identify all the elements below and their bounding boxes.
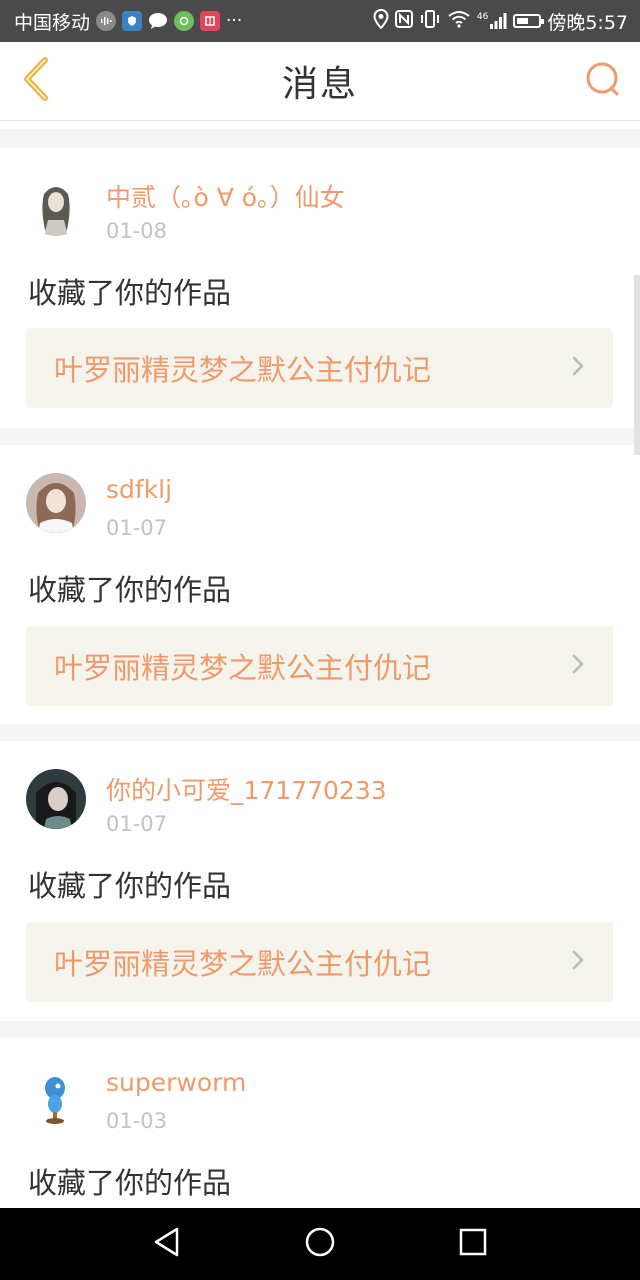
- action-text: 收藏了你的作品: [28, 573, 232, 607]
- list-item: [0, 121, 640, 129]
- nav-back-button[interactable]: [137, 1214, 197, 1274]
- search-button[interactable]: [580, 58, 626, 104]
- system-nav-bar: [0, 1208, 640, 1280]
- avatar[interactable]: [26, 473, 86, 533]
- avatar[interactable]: [26, 769, 86, 829]
- nav-recents-button[interactable]: [443, 1214, 503, 1274]
- chevron-left-icon: [21, 57, 51, 105]
- username[interactable]: 你的小可爱_171770233: [106, 771, 387, 807]
- avatar[interactable]: [26, 176, 86, 236]
- work-link[interactable]: 叶罗丽精灵梦之默公主付仇记: [26, 626, 613, 706]
- location-icon: [373, 8, 389, 34]
- status-bar: 中国移动 ··· 46 傍晚5:57: [0, 0, 640, 42]
- work-title: 叶罗丽精灵梦之默公主付仇记: [54, 353, 432, 387]
- battery-icon: [513, 14, 545, 28]
- back-button[interactable]: [14, 56, 58, 106]
- book-app-icon: [200, 11, 221, 31]
- message-date: 01-08: [106, 219, 168, 243]
- search-icon: [585, 61, 621, 101]
- vibrate-icon: [419, 9, 441, 33]
- list-item: 中贰（｡ò ∀ ó｡）仙女 01-08 收藏了你的作品 叶罗丽精灵梦之默公主付仇…: [0, 148, 640, 428]
- back-triangle-icon: [153, 1227, 181, 1261]
- signal-icon: 46: [477, 13, 507, 29]
- list-item: superworm 01-03 收藏了你的作品: [0, 1038, 640, 1208]
- home-circle-icon: [304, 1226, 336, 1262]
- camera-app-icon: [174, 11, 195, 31]
- avatar[interactable]: [26, 1066, 86, 1126]
- message-date: 01-03: [106, 1109, 168, 1133]
- action-text: 收藏了你的作品: [28, 869, 232, 903]
- chevron-right-icon: [571, 356, 585, 380]
- page-title: 消息: [281, 64, 358, 105]
- recents-square-icon: [459, 1228, 487, 1260]
- username[interactable]: superworm: [106, 1068, 246, 1097]
- voice-icon: [96, 11, 117, 31]
- status-bar-right: 46 傍晚5:57: [373, 8, 628, 35]
- work-link[interactable]: 叶罗丽精灵梦之默公主付仇记: [26, 922, 613, 1002]
- chevron-right-icon: [571, 950, 585, 974]
- username[interactable]: 中贰（｡ò ∀ ó｡）仙女: [106, 178, 345, 214]
- clock-time: 傍晚5:57: [547, 11, 628, 34]
- list-item: 你的小可爱_171770233 01-07 收藏了你的作品 叶罗丽精灵梦之默公主…: [0, 741, 640, 1021]
- carrier-name: 中国移动: [14, 11, 91, 34]
- nfc-icon: [394, 9, 413, 33]
- action-text: 收藏了你的作品: [28, 1166, 232, 1200]
- wifi-icon: [447, 10, 471, 33]
- status-bar-left: 中国移动 ···: [14, 8, 242, 35]
- list-item: sdfklj 01-07 收藏了你的作品 叶罗丽精灵梦之默公主付仇记: [0, 445, 640, 724]
- work-link[interactable]: 叶罗丽精灵梦之默公主付仇记: [26, 328, 613, 408]
- shield-app-icon: [122, 11, 143, 31]
- top-bar: 消息: [0, 42, 640, 121]
- chevron-right-icon: [571, 654, 585, 678]
- nav-home-button[interactable]: [290, 1214, 350, 1274]
- username[interactable]: sdfklj: [106, 475, 172, 504]
- action-text: 收藏了你的作品: [28, 276, 232, 310]
- message-date: 01-07: [106, 812, 168, 836]
- work-title: 叶罗丽精灵梦之默公主付仇记: [54, 651, 432, 685]
- more-dots-icon: ···: [226, 10, 243, 31]
- message-date: 01-07: [106, 516, 168, 540]
- work-title: 叶罗丽精灵梦之默公主付仇记: [54, 947, 432, 981]
- message-list[interactable]: 中贰（｡ò ∀ ó｡）仙女 01-08 收藏了你的作品 叶罗丽精灵梦之默公主付仇…: [0, 121, 640, 1208]
- scrollbar-thumb[interactable]: [634, 275, 640, 455]
- chat-icon: [148, 11, 168, 31]
- network-badge: 46: [476, 12, 489, 22]
